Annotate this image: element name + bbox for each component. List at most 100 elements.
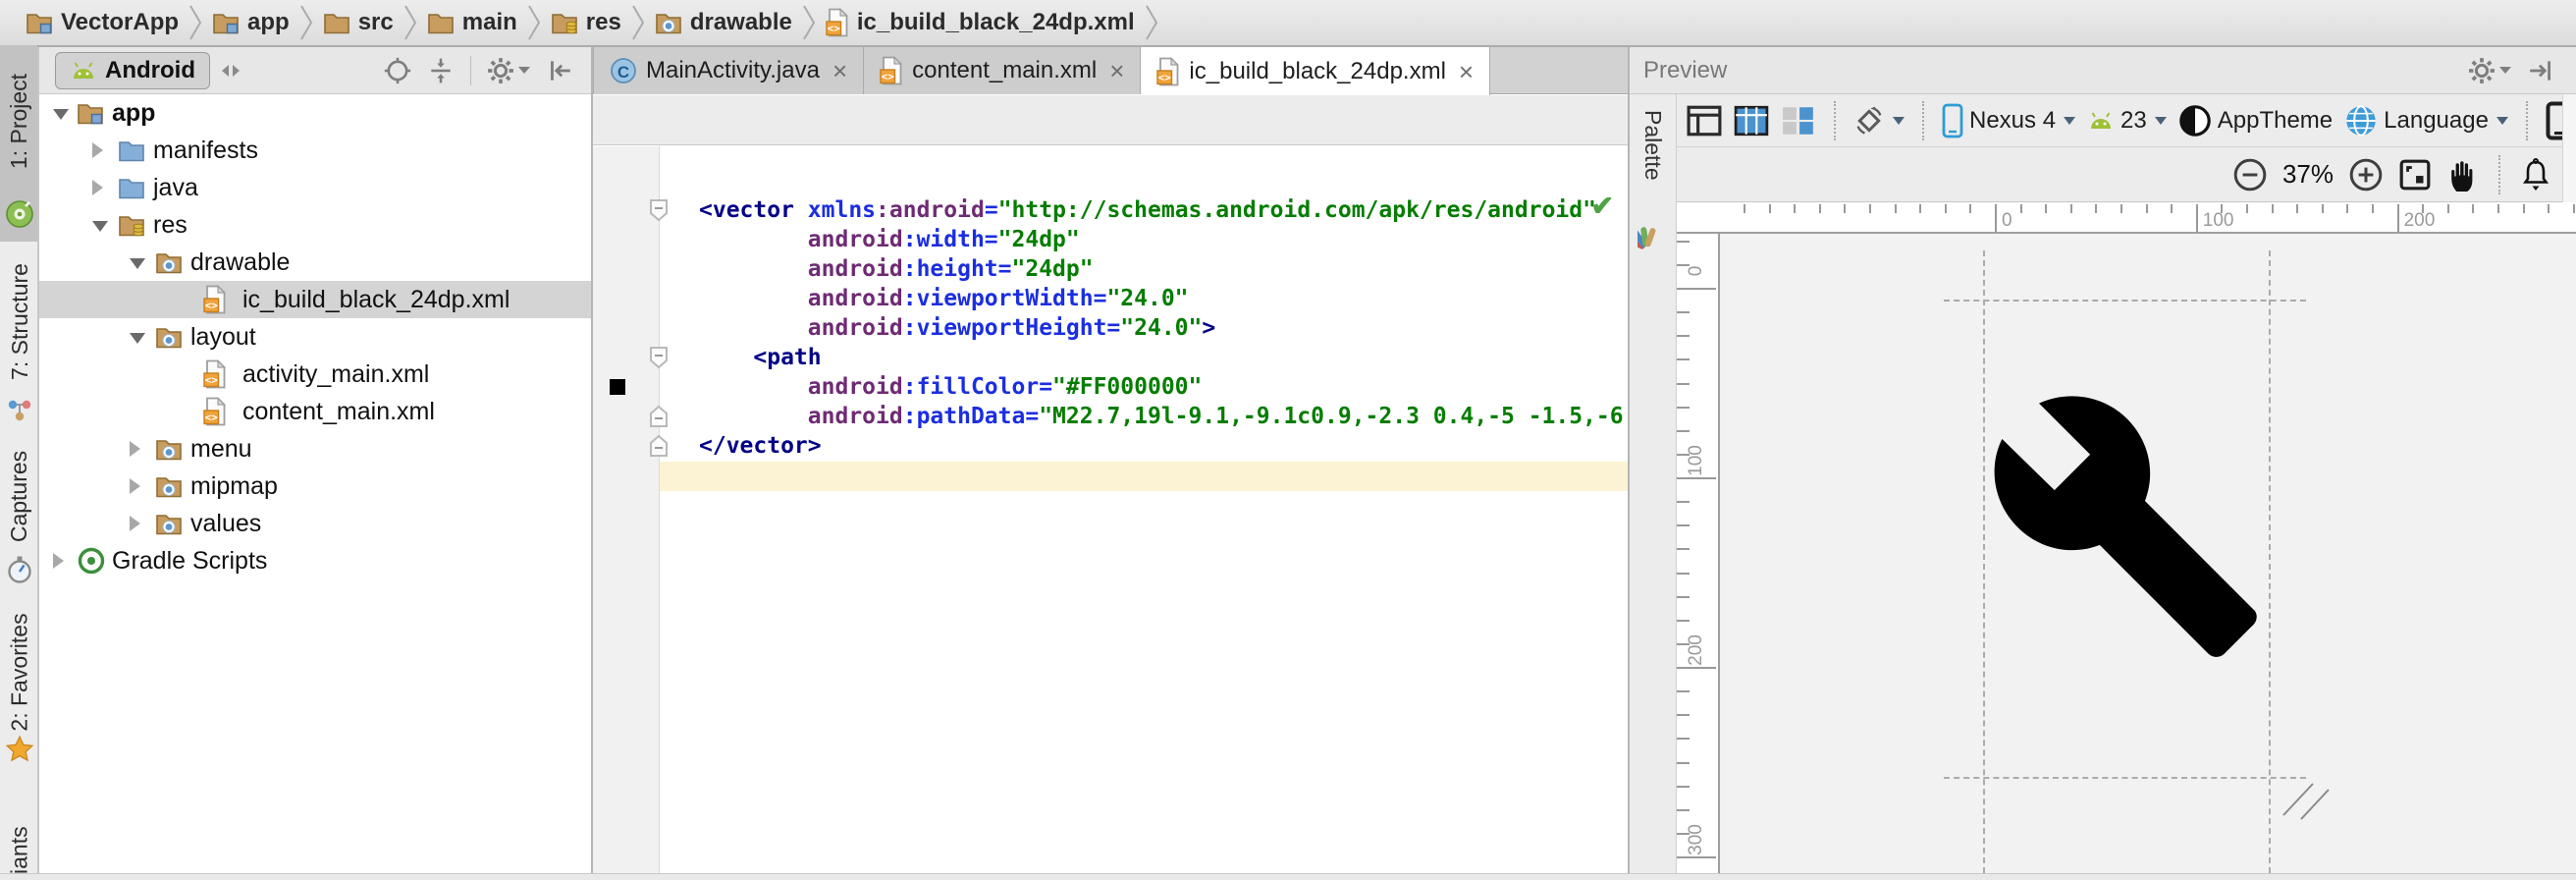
language-selector-label: Language [2384,107,2489,135]
tree-item-res[interactable]: res [39,206,591,244]
tab-close-icon[interactable]: × [1459,59,1474,84]
android-studio-icon[interactable] [0,198,39,230]
tree-item-layout[interactable]: layout [39,318,591,356]
breadcrumb-item[interactable]: res [551,0,621,46]
zoom-fit-button[interactable] [2398,158,2432,192]
tree-item-gradle-scripts[interactable]: Gradle Scripts [39,542,591,579]
api-level-selector[interactable]: 23 [2087,107,2167,135]
tree-arrow-expanded-icon[interactable] [130,258,145,269]
inspection-ok-icon[interactable]: ✔ [1591,190,1614,222]
ruler-tick [1969,204,1971,213]
tree-arrow-expanded-icon[interactable] [92,221,108,232]
fold-down-icon[interactable] [649,198,669,222]
stripe-item-captures[interactable]: Captures [0,440,39,553]
svg-text:<>: <> [205,300,219,312]
code-area[interactable]: <vector xmlns:android="http://schemas.an… [593,146,1628,873]
navigate-back-forward-icon[interactable] [218,61,243,81]
scroll-to-source-icon[interactable] [384,57,411,84]
stopwatch-icon[interactable] [0,555,39,584]
ruler-tick [2497,204,2499,213]
ruler-label: 100 [2203,210,2234,232]
design-canvas[interactable]: 0100200 0100200300 [1677,202,2576,873]
breadcrumb-label: ic_build_black_24dp.xml [857,9,1135,36]
palette-tab[interactable]: Palette [1639,110,1666,181]
stripe-item-label: 2: Favorites [7,613,33,731]
project-view-selector[interactable]: Android [55,52,210,89]
stripe-item-structure[interactable]: 7: Structure [0,248,39,395]
tree-item-drawable[interactable]: drawable [39,244,591,281]
ruler-tick [1677,524,1690,526]
gear-icon[interactable] [487,57,530,84]
tree-item-ic-build-black-24dp-xml[interactable]: <>ic_build_black_24dp.xml [39,281,591,318]
tree-item-mipmap[interactable]: mipmap [39,468,591,505]
tree-item-activity-main-xml[interactable]: <>activity_main.xml [39,356,591,393]
resize-grip-icon[interactable] [2278,772,2333,823]
tree-arrow-collapsed-icon[interactable] [130,516,140,531]
hide-panel-right-icon[interactable] [2527,57,2554,84]
ruler-tick [1677,241,1690,243]
structure-icon[interactable] [0,397,39,424]
star-icon[interactable] [0,735,39,764]
tree-item-app[interactable]: app [39,94,591,132]
stripe-item-variants[interactable]: Build Variants [0,811,39,880]
split-columns-icon[interactable] [1781,105,1816,137]
tree-arrow-collapsed-icon[interactable] [130,441,140,457]
editor-tab-content-main-xml[interactable]: <>content_main.xml× [864,47,1141,94]
zoom-in-button[interactable] [2348,157,2384,192]
preview-zoom-bar: 37% [1677,147,2576,202]
ruler-tick [1677,548,1690,550]
tab-close-icon[interactable]: × [1109,58,1124,83]
breadcrumb-item[interactable]: app [212,0,290,46]
zoom-out-button[interactable] [2232,157,2268,192]
code-text[interactable]: <vector xmlns:android="http://schemas.an… [699,195,1618,461]
language-selector[interactable]: Language [2344,104,2508,138]
build-wrench-artwork[interactable] [1983,383,2269,669]
hide-panel-icon[interactable] [546,57,573,84]
tree-arrow-collapsed-icon[interactable] [92,180,103,195]
tree-arrow-collapsed-icon[interactable] [130,478,140,494]
tree-item-values[interactable]: values [39,505,591,542]
orientation-selector[interactable] [1853,105,1905,137]
tab-close-icon[interactable]: × [832,58,847,83]
breadcrumb-item[interactable]: drawable [655,0,792,46]
tree-arrow-collapsed-icon[interactable] [92,142,103,158]
color-swatch[interactable] [610,379,625,395]
preview-panel: Preview Palette Nexus 423AppThemeLanguag… [1628,47,2576,873]
tree-item-java[interactable]: java [39,169,591,206]
fold-up-icon[interactable] [649,434,669,458]
device-selector[interactable]: Nexus 4 [1942,103,2075,138]
tree-arrow-expanded-icon[interactable] [53,109,69,120]
design-layout-icon[interactable] [1687,105,1722,137]
breadcrumb-item[interactable]: VectorApp [26,0,179,46]
folder-module-icon [212,11,240,35]
fold-down-icon[interactable] [649,346,669,369]
breadcrumb-item[interactable]: src [323,0,394,46]
android-studio-window: VectorAppappsrcmainresdrawable<>ic_build… [0,0,2576,880]
folder-resource-icon [155,437,183,462]
fold-up-icon[interactable] [649,405,669,428]
gear-icon[interactable] [2468,57,2511,84]
tree-arrow-expanded-icon[interactable] [130,333,145,344]
svg-text:<>: <> [882,71,895,83]
tree-item-menu[interactable]: menu [39,430,591,468]
theme-selector[interactable]: AppTheme [2178,104,2333,138]
stripe-item-project[interactable]: 1: Project [0,47,39,194]
editor-tab-ic-build-black-24dp-xml[interactable]: <>ic_build_black_24dp.xml× [1141,47,1490,95]
breadcrumb-item[interactable]: main [427,0,517,46]
selection-guide-top [1944,300,2306,302]
pan-hand-button[interactable] [2446,157,2478,192]
ruler-tick [1895,204,1897,213]
tree-item-content-main-xml[interactable]: <>content_main.xml [39,393,591,430]
breadcrumb-item[interactable]: <>ic_build_black_24dp.xml [826,0,1135,46]
tree-item-label: manifests [153,137,258,165]
editor-tab-mainactivity-java[interactable]: CMainActivity.java× [593,47,864,94]
stripe-item-favorites[interactable]: 2: Favorites [0,611,39,734]
collapse-all-icon[interactable] [427,57,455,84]
preview-scrollbar[interactable] [2562,94,2576,202]
ruler-tick [1945,204,1947,213]
notifications-bell-icon[interactable] [2521,157,2550,192]
tree-arrow-collapsed-icon[interactable] [53,553,64,569]
tree-item-label: drawable [190,248,290,277]
tree-item-manifests[interactable]: manifests [39,132,591,169]
grid-blue-icon[interactable] [1734,105,1769,137]
